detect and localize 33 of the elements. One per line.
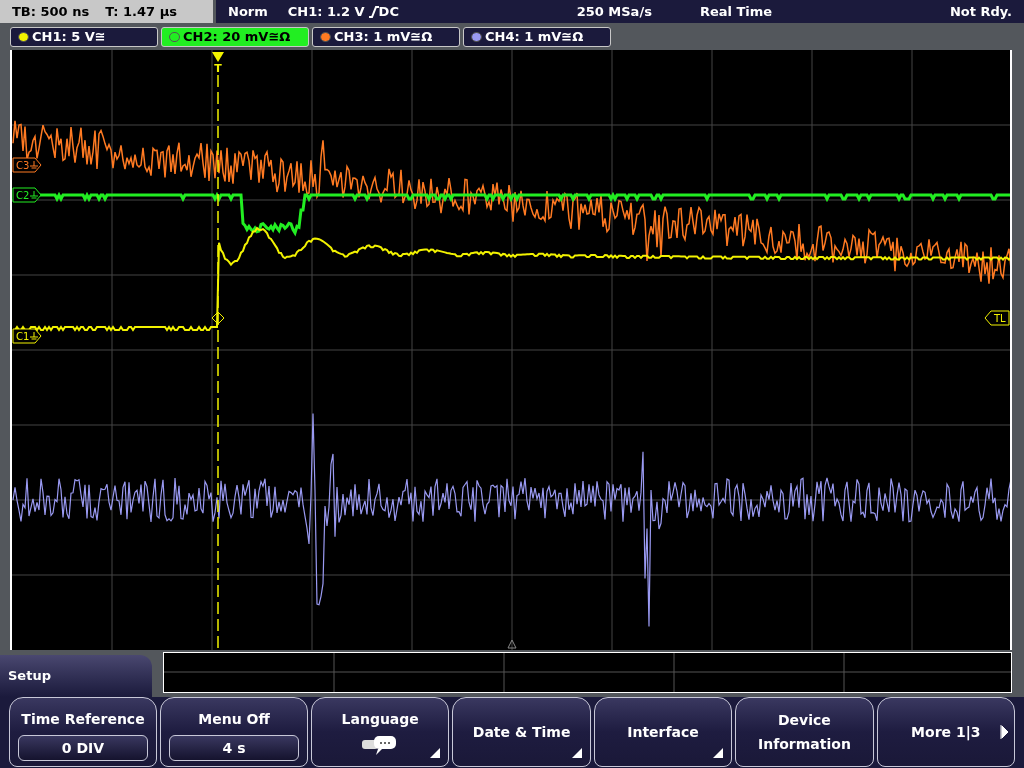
channel-tab[interactable]: CH4: 1 mV≅Ω <box>463 27 611 47</box>
menu-title: Setup <box>8 667 51 686</box>
softkey-button[interactable]: Menu Off 4 s <box>160 697 308 767</box>
trigger-mode-text[interactable]: Norm <box>228 1 268 22</box>
softkey-button[interactable]: Time Reference 0 DIV <box>9 697 157 767</box>
submenu-corner-icon <box>571 748 582 758</box>
sample-rate-text: 250 MSa/s <box>576 2 652 21</box>
channel-marker[interactable]: C3 <box>12 157 42 173</box>
softkey-button[interactable]: Date & Time <box>452 697 591 767</box>
channel-tab[interactable]: CH3: 1 mV≅Ω <box>312 27 460 47</box>
acquisition-mode-text: Real Time <box>699 2 773 21</box>
value-field[interactable]: 0 DIV <box>18 735 148 761</box>
status-text: Not Rdy. <box>949 2 1012 21</box>
trigger-source-text[interactable]: CH1: 1.2 V <box>287 1 365 22</box>
coupling-text[interactable]: DC <box>378 1 399 22</box>
submenu-corner-icon <box>430 748 441 758</box>
softkey-button[interactable]: Interface <box>593 697 733 767</box>
trigger-time-text[interactable]: T: 1.47 µs <box>105 1 177 22</box>
softkey-button[interactable]: More 1|3 <box>876 697 1016 767</box>
timebase-text[interactable]: TB: 500 ns <box>12 1 90 22</box>
softkey-button[interactable]: Device Information <box>735 697 874 767</box>
time-reference-icon <box>507 639 517 649</box>
right-arrow-icon <box>1000 725 1009 739</box>
rising-edge-icon <box>368 5 379 18</box>
channel-marker[interactable]: C2 <box>12 187 42 203</box>
softkey-button[interactable]: Language <box>311 697 450 767</box>
trigger-point-icon <box>211 311 225 325</box>
channel-marker[interactable]: C1 <box>12 328 42 344</box>
channel-tab[interactable]: CH2: 20 mV≅Ω <box>161 27 309 47</box>
submenu-corner-icon <box>713 748 724 758</box>
trigger-level-marker[interactable]: TL <box>984 310 1010 326</box>
value-field[interactable]: 4 s <box>169 735 299 761</box>
channel-tab[interactable]: CH1: 5 V≅ <box>10 27 158 47</box>
